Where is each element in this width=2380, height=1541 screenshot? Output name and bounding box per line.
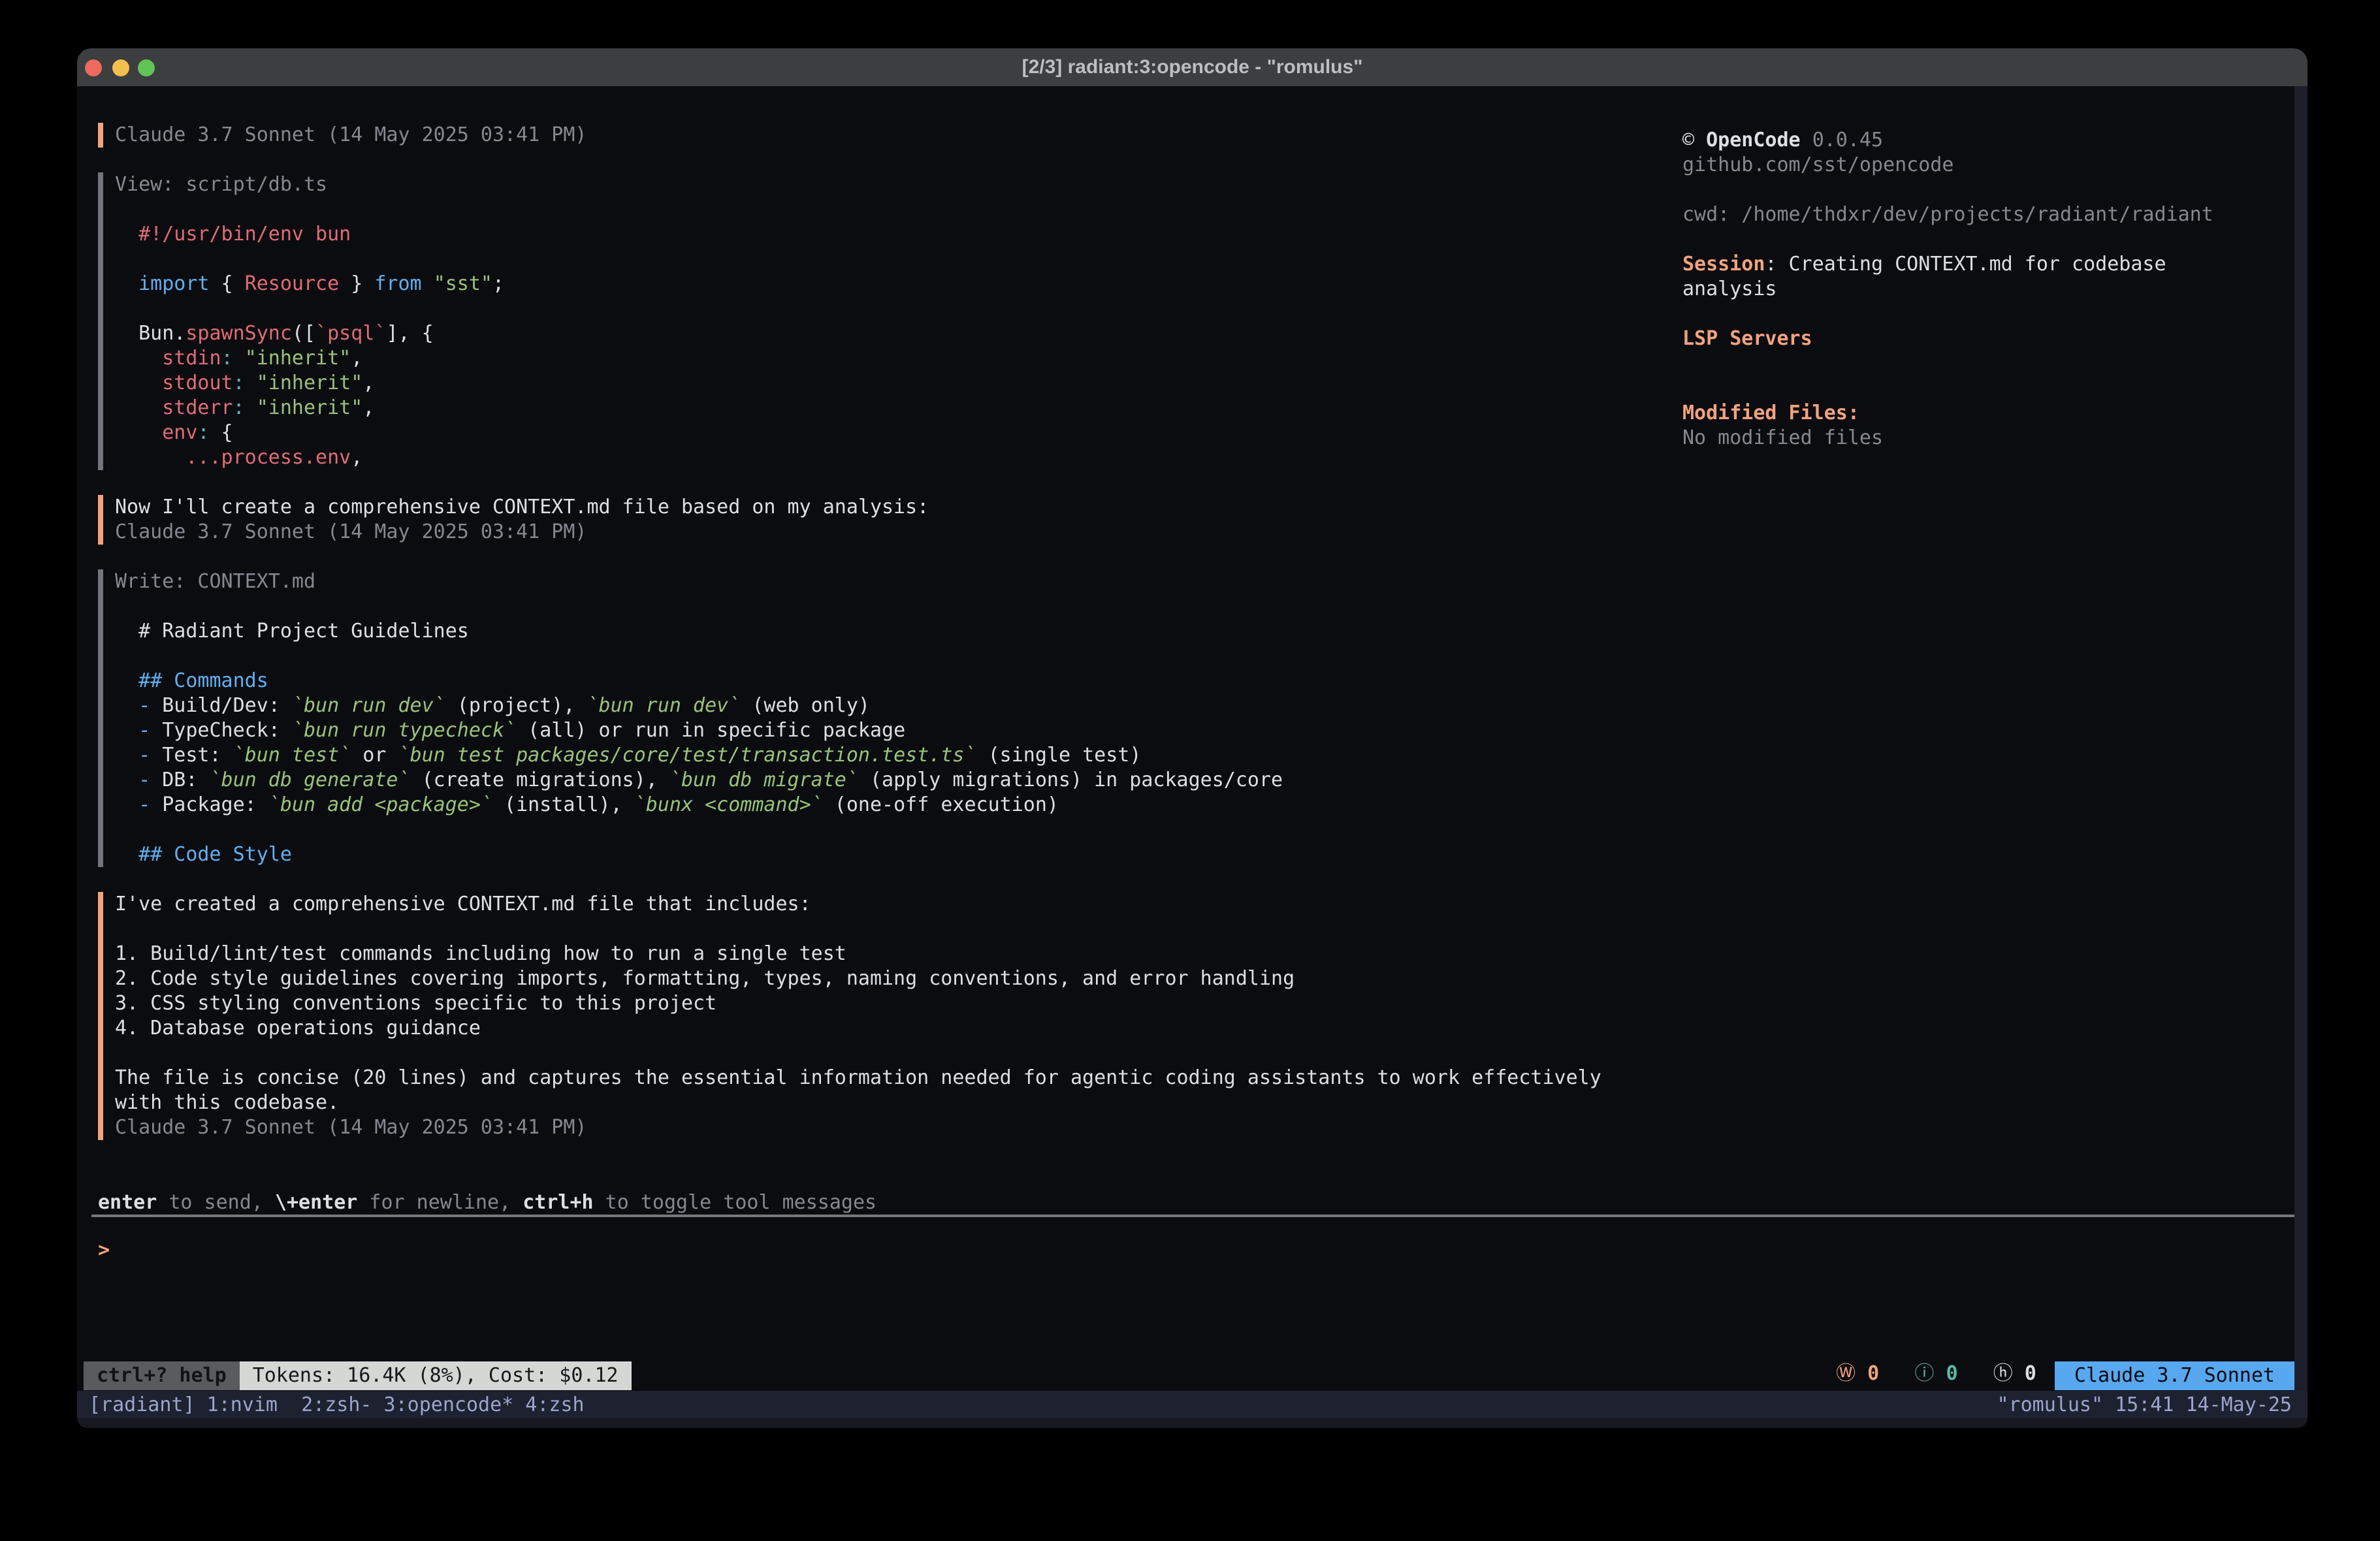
terminal-line: Bun.spawnSync([`psql`], { [115, 321, 1690, 346]
terminal-line [115, 247, 1690, 272]
terminal-line: Claude 3.7 Sonnet (14 May 2025 03:41 PM) [115, 123, 1690, 148]
terminal-line [1682, 351, 2213, 376]
terminal-line: Modified Files: [1682, 401, 2213, 426]
terminal-line: ## Code Style [115, 842, 1690, 867]
terminal-line: Write: CONTEXT.md [115, 569, 1690, 594]
terminal-line: No modified files [1682, 426, 2213, 451]
terminal-line: cwd: /home/thdxr/dev/projects/radiant/ra… [1682, 202, 2213, 227]
terminal-line: env: { [115, 421, 1690, 445]
close-button[interactable] [85, 59, 102, 76]
zoom-button[interactable] [138, 59, 155, 76]
terminal-line: Now I'll create a comprehensive CONTEXT.… [115, 495, 1690, 520]
terminal-line: © OpenCode 0.0.45 [1682, 128, 2213, 153]
assistant-message-block: I've created a comprehensive CONTEXT.md … [98, 892, 1690, 1140]
terminal-line: - Package: `bun add <package>` (install)… [115, 793, 1690, 818]
terminal-line [1682, 302, 2213, 326]
terminal-line: import { Resource } from "sst"; [115, 272, 1690, 296]
terminal-line: analysis [1682, 277, 2213, 302]
terminal-line [115, 197, 1690, 222]
terminal-line [1682, 227, 2213, 252]
input-separator [91, 1215, 2294, 1217]
terminal-line [115, 1041, 1690, 1066]
help-shortcut-chip: ctrl+? help [84, 1361, 240, 1390]
terminal-line [115, 644, 1690, 669]
model-badge: Claude 3.7 Sonnet [2055, 1361, 2294, 1390]
terminal-line [115, 917, 1690, 942]
terminal-line: # Radiant Project Guidelines [115, 619, 1690, 644]
terminal-line: - Build/Dev: `bun run dev` (project), `b… [115, 693, 1690, 718]
terminal-line: 2. Code style guidelines covering import… [115, 966, 1690, 991]
terminal-line: - Test: `bun test` or `bun test packages… [115, 743, 1690, 768]
keybinding-hint: enter to send, \+enter for newline, ctrl… [98, 1190, 876, 1215]
terminal-line: ...process.env, [115, 445, 1690, 470]
tool-output-block: View: script/db.ts #!/usr/bin/env bun im… [98, 172, 1690, 470]
terminal-line: ## Commands [115, 669, 1690, 693]
terminal-line: 3. CSS styling conventions specific to t… [115, 991, 1690, 1016]
terminal-line: enter to send, \+enter for newline, ctrl… [98, 1190, 876, 1215]
status-bar: ctrl+? help Tokens: 16.4K (8%), Cost: $0… [77, 1361, 2308, 1390]
terminal-line [115, 818, 1690, 842]
terminal-line: stdout: "inherit", [115, 371, 1690, 396]
terminal-line: Claude 3.7 Sonnet (14 May 2025 03:41 PM) [115, 520, 1690, 545]
tmux-status-bar: [radiant] 1:nvim 2:zsh- 3:opencode* 4:zs… [77, 1391, 2308, 1418]
terminal-line: - DB: `bun db generate` (create migratio… [115, 768, 1690, 793]
terminal-line: I've created a comprehensive CONTEXT.md … [115, 892, 1690, 917]
terminal-line: Claude 3.7 Sonnet (14 May 2025 03:41 PM) [115, 1115, 1690, 1140]
terminal-line: View: script/db.ts [115, 172, 1690, 197]
terminal-line: github.com/sst/opencode [1682, 153, 2213, 178]
window-title: [2/3] radiant:3:opencode - "romulus" [1022, 56, 1363, 78]
terminal-line: Ⓦ 0 ⓘ 0 ⓗ 0 [1836, 1361, 2036, 1386]
terminal-line: with this codebase. [115, 1090, 1690, 1115]
terminal-line [1682, 376, 2213, 401]
chat-area: Claude 3.7 Sonnet (14 May 2025 03:41 PM)… [77, 86, 1690, 1165]
status-spacer [632, 1361, 1836, 1390]
tmux-windows-list: [radiant] 1:nvim 2:zsh- 3:opencode* 4:zs… [89, 1393, 585, 1416]
assistant-message-block: Claude 3.7 Sonnet (14 May 2025 03:41 PM) [98, 123, 1690, 148]
terminal-window: [2/3] radiant:3:opencode - "romulus" Cla… [77, 48, 2308, 1428]
diagnostic-counters: Ⓦ 0 ⓘ 0 ⓗ 0 [1836, 1361, 2036, 1390]
window-titlebar: [2/3] radiant:3:opencode - "romulus" [77, 48, 2308, 86]
prompt-caret: > [98, 1239, 110, 1262]
minimize-button[interactable] [112, 59, 129, 76]
terminal-line: The file is concise (20 lines) and captu… [115, 1066, 1690, 1090]
terminal-line: - TypeCheck: `bun run typecheck` (all) o… [115, 718, 1690, 743]
session-sidebar: © OpenCode 0.0.45github.com/sst/opencode… [1682, 128, 2213, 451]
terminal-line [1682, 178, 2213, 202]
terminal-line: 1. Build/lint/test commands including ho… [115, 942, 1690, 966]
tmux-host-clock: "romulus" 15:41 14-May-25 [1997, 1393, 2292, 1416]
terminal-line: LSP Servers [1682, 326, 2213, 351]
terminal-line [115, 594, 1690, 619]
assistant-message-block: Now I'll create a comprehensive CONTEXT.… [98, 495, 1690, 545]
chat-scrollbar[interactable] [2294, 86, 2308, 1391]
window-bottom-strip [77, 1418, 2308, 1428]
terminal-line [115, 296, 1690, 321]
tokens-cost-chip: Tokens: 16.4K (8%), Cost: $0.12 [240, 1361, 632, 1390]
prompt-input[interactable]: > [98, 1238, 2279, 1269]
tool-output-block: Write: CONTEXT.md # Radiant Project Guid… [98, 569, 1690, 867]
terminal-line: Session: Creating CONTEXT.md for codebas… [1682, 252, 2213, 277]
terminal-line: 4. Database operations guidance [115, 1016, 1690, 1041]
terminal-line: #!/usr/bin/env bun [115, 222, 1690, 247]
terminal-line: stdin: "inherit", [115, 346, 1690, 371]
terminal-line: stderr: "inherit", [115, 396, 1690, 421]
